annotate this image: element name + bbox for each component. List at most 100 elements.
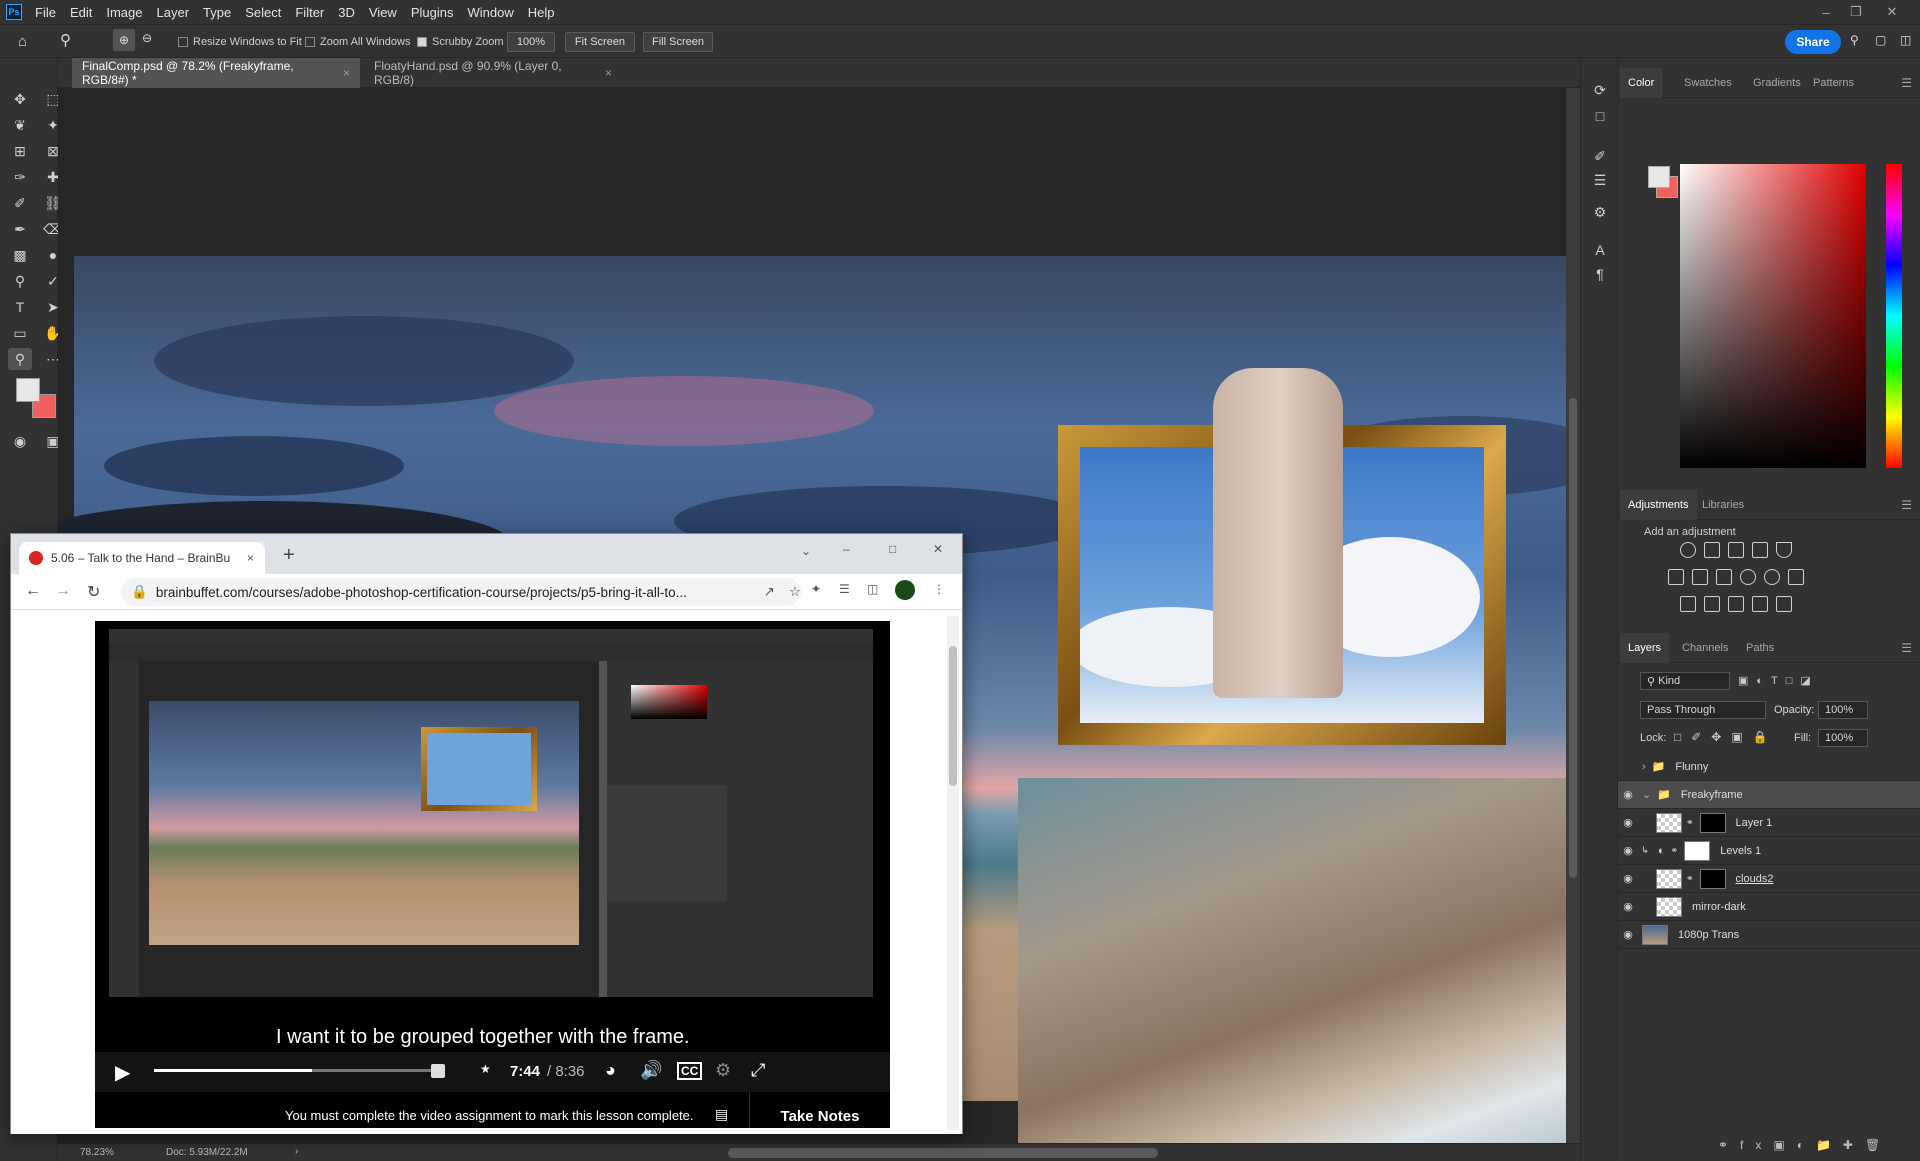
menu-type[interactable]: Type (196, 5, 238, 20)
color-fg-swatch[interactable] (1648, 166, 1670, 188)
layer-row[interactable]: ◉ ⚭ clouds2 (1618, 865, 1920, 893)
link-icon[interactable]: ⚭ (1686, 873, 1694, 884)
zoom-in-icon[interactable]: ⊕ (113, 29, 135, 51)
visibility-off[interactable]: ◉ (1618, 760, 1638, 773)
layer-filter-select[interactable]: ⚲ Kind (1640, 672, 1730, 690)
properties-icon[interactable]: ☰ (1590, 170, 1610, 190)
chevron-right-icon[interactable]: › (1642, 761, 1646, 773)
minimize-icon[interactable]: – (843, 542, 850, 556)
tab-swatches[interactable]: Swatches (1676, 68, 1740, 98)
progress-track[interactable] (154, 1069, 442, 1072)
dodge-tool-icon[interactable]: ⚲ (8, 270, 32, 292)
menu-plugins[interactable]: Plugins (404, 5, 461, 20)
gradient-map-icon[interactable] (1776, 596, 1792, 612)
maximize-icon[interactable]: □ (889, 542, 896, 556)
zoom-all-checkbox[interactable]: Zoom All Windows (305, 33, 410, 51)
move-tool-icon[interactable]: ✥ (8, 88, 32, 110)
tab-patterns[interactable]: Patterns (1805, 68, 1862, 98)
layers-footer-icons[interactable]: ⚭fx▣◐📁✚🗑 (1718, 1138, 1892, 1152)
tab-floatyhand[interactable]: FloatyHand.psd @ 90.9% (Layer 0, RGB/8) × (364, 58, 622, 88)
chevron-down-icon[interactable]: ⌄ (801, 544, 811, 558)
adjust-sliders-icon[interactable]: ⚙ (1590, 202, 1610, 222)
panels-icon[interactable]: ◫ (1900, 33, 1911, 47)
layer-mask-thumbnail[interactable] (1684, 840, 1711, 861)
fill-field[interactable]: 100% (1818, 729, 1868, 747)
levels-icon[interactable] (1704, 542, 1720, 558)
menu-3d[interactable]: 3D (331, 5, 362, 20)
photo-filter-icon[interactable] (1740, 569, 1756, 585)
tab-gradients[interactable]: Gradients (1745, 68, 1809, 98)
quick-mask-icon[interactable]: ◉ (8, 430, 32, 452)
curves-icon[interactable] (1728, 542, 1744, 558)
tab-finalcomp[interactable]: FinalComp.psd @ 78.2% (Freakyframe, RGB/… (72, 58, 360, 88)
tab-layers[interactable]: Layers (1620, 633, 1670, 663)
link-icon[interactable]: ⚭ (1671, 845, 1679, 856)
play-icon[interactable]: ▶ (115, 1060, 130, 1085)
brightness-icon[interactable] (1680, 542, 1696, 558)
layer-row[interactable]: ◉ ⌄ 📁 Freakyframe (1618, 781, 1920, 809)
tab-color[interactable]: Color (1620, 68, 1663, 98)
speed-gauge-icon[interactable]: ◕ (605, 1060, 616, 1081)
hue-saturation-icon[interactable] (1668, 569, 1684, 585)
zoom-percent-field[interactable]: 100% (507, 32, 555, 52)
blend-mode-select[interactable]: Pass Through (1640, 701, 1766, 719)
chevron-right-icon[interactable]: › (295, 1146, 298, 1157)
layer-row[interactable]: ◉ › 📁 Flunny (1618, 753, 1920, 781)
side-panel-icon[interactable]: ◫ (867, 582, 878, 596)
layer-row[interactable]: ◉ mirror-dark (1618, 893, 1920, 921)
fill-screen-button[interactable]: Fill Screen (643, 32, 713, 52)
close-tab-icon[interactable]: × (247, 551, 254, 565)
bookmark-star-icon[interactable]: ☆ (789, 584, 801, 600)
color-balance-icon[interactable] (1692, 569, 1708, 585)
page-scroll-thumb[interactable] (949, 646, 957, 786)
workspace-icon[interactable]: ▢ (1875, 33, 1886, 47)
exposure-icon[interactable] (1752, 542, 1768, 558)
panel-menu-icon[interactable]: ☰ (1901, 641, 1912, 655)
brush-tool-icon[interactable]: ✐ (8, 192, 32, 214)
scroll-thumb[interactable] (1569, 398, 1577, 878)
tab-adjustments[interactable]: Adjustments (1620, 490, 1697, 520)
paragraph-icon[interactable]: ¶ (1590, 264, 1610, 284)
notes-icon[interactable]: ▤ (715, 1106, 728, 1123)
gradient-tool-icon[interactable]: ▩ (8, 244, 32, 266)
share-button[interactable]: Share (1785, 30, 1841, 54)
menu-help[interactable]: Help (521, 5, 562, 20)
extensions-icon[interactable]: ✦ (811, 582, 821, 596)
restore-icon[interactable]: ❐ (1842, 0, 1870, 24)
brush-settings-icon[interactable]: ✐ (1590, 146, 1610, 166)
tab-paths[interactable]: Paths (1738, 633, 1782, 663)
close-icon[interactable]: ✕ (933, 542, 943, 556)
menu-layer[interactable]: Layer (150, 5, 197, 20)
link-icon[interactable]: ⚭ (1686, 817, 1694, 828)
panel-menu-icon[interactable]: ☰ (1901, 498, 1912, 512)
chevron-down-icon[interactable]: ⌄ (1642, 788, 1651, 801)
menu-select[interactable]: Select (238, 5, 288, 20)
zoom-tool-icon[interactable]: ⚲ (60, 31, 71, 49)
home-icon[interactable]: ⌂ (18, 33, 27, 50)
volume-icon[interactable]: 🔊 (640, 1060, 662, 1081)
foreground-color-swatch[interactable] (16, 378, 40, 402)
color-lookup-icon[interactable] (1788, 569, 1804, 585)
history-icon[interactable]: ⟳ (1590, 80, 1610, 100)
settings-gear-icon[interactable]: ⚙ (715, 1060, 731, 1081)
menu-filter[interactable]: Filter (288, 5, 331, 20)
color-field[interactable] (1680, 164, 1866, 468)
menu-view[interactable]: View (362, 5, 404, 20)
layer-row[interactable]: ◉ ⚭ Layer 1 (1618, 809, 1920, 837)
eye-icon[interactable]: ◉ (1618, 928, 1638, 941)
menu-window[interactable]: Window (460, 5, 520, 20)
back-icon[interactable]: ← (25, 582, 41, 600)
eye-icon[interactable]: ◉ (1618, 788, 1638, 801)
close-tab-icon[interactable]: × (605, 66, 612, 80)
menu-file[interactable]: File (28, 5, 63, 20)
eye-icon[interactable]: ◉ (1618, 816, 1638, 829)
forward-icon[interactable]: → (55, 582, 71, 600)
character-icon[interactable]: A (1590, 240, 1610, 260)
page-scrollbar[interactable] (947, 616, 959, 1130)
captions-icon[interactable]: CC (677, 1062, 703, 1080)
address-bar[interactable]: 🔒 brainbuffet.com/courses/adobe-photosho… (121, 578, 801, 606)
eye-icon[interactable]: ◉ (1618, 844, 1638, 857)
scrubby-zoom-checkbox[interactable]: Scrubby Zoom (417, 33, 504, 51)
black-white-icon[interactable] (1716, 569, 1732, 585)
invert-icon[interactable] (1680, 596, 1696, 612)
